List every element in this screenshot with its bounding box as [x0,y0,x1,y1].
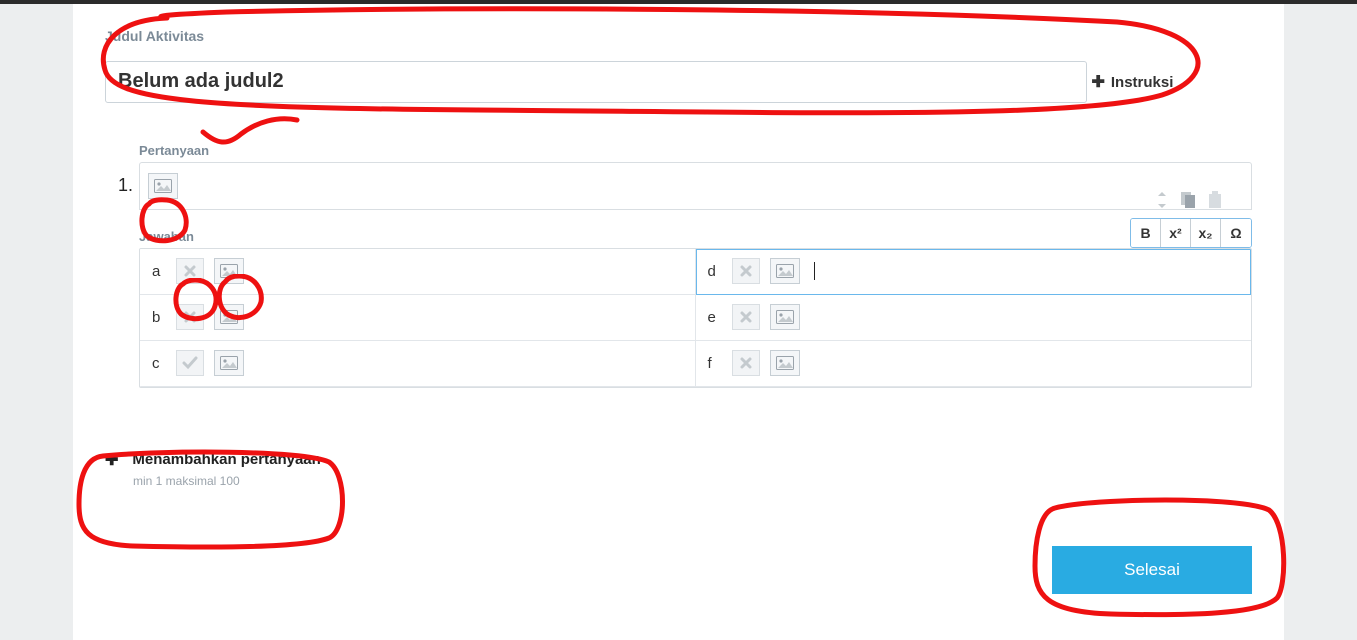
answer-image-button[interactable] [214,350,244,376]
answer-letter: b [152,309,166,326]
answer-letter: e [708,309,722,326]
answer-cell-d[interactable]: d [696,249,1252,295]
superscript-button[interactable]: x² [1161,219,1191,247]
add-question-button[interactable]: ✚ Menambahkan pertanyaan [105,450,1252,470]
plus-icon: ✚ [105,450,118,470]
answer-x-button[interactable] [176,258,204,284]
add-question-sublabel: min 1 maksimal 100 [133,474,1252,488]
subscript-button[interactable]: x₂ [1191,219,1221,247]
image-icon [154,179,172,193]
format-toolbar: B x² x₂ Ω [1130,218,1252,248]
answer-cell-b[interactable]: b [140,295,696,341]
question-number: 1. [105,143,139,196]
answer-letter: f [708,355,722,372]
answer-x-button[interactable] [732,304,760,330]
instruksi-label: Instruksi [1111,74,1174,91]
answer-x-button[interactable] [176,304,204,330]
duplicate-icon[interactable] [1179,190,1197,210]
answer-image-button[interactable] [214,304,244,330]
answer-image-button[interactable] [214,258,244,284]
selesai-button[interactable]: Selesai [1052,546,1252,594]
jawaban-label: Jawaban [139,229,194,244]
delete-icon[interactable] [1207,190,1223,210]
answer-image-button[interactable] [770,350,800,376]
answer-image-button[interactable] [770,258,800,284]
answer-cell-a[interactable]: a [140,249,696,295]
pertanyaan-label: Pertanyaan [139,143,1252,158]
answer-x-button[interactable] [732,258,760,284]
answers-grid: a d b e c f [139,248,1252,388]
answer-letter: a [152,263,166,280]
plus-icon: ✚ [1091,72,1104,92]
answer-cell-f[interactable]: f [696,341,1252,387]
answer-x-button[interactable] [732,350,760,376]
text-caret [814,262,815,280]
answer-letter: d [708,263,722,280]
answer-cell-e[interactable]: e [696,295,1252,341]
activity-title-label: Judul Aktivitas [105,28,1252,44]
answer-check-button[interactable] [176,350,204,376]
activity-title-input[interactable] [105,61,1087,103]
question-image-button[interactable] [148,173,178,199]
answer-letter: c [152,355,166,372]
add-question-label: Menambahkan pertanyaan [132,451,320,468]
question-input-row[interactable] [139,162,1252,210]
answer-image-button[interactable] [770,304,800,330]
answer-cell-c[interactable]: c [140,341,696,387]
reorder-icon[interactable] [1155,190,1169,210]
omega-button[interactable]: Ω [1221,219,1251,247]
bold-button[interactable]: B [1131,219,1161,247]
add-instruksi-button[interactable]: ✚ Instruksi [1091,72,1173,92]
